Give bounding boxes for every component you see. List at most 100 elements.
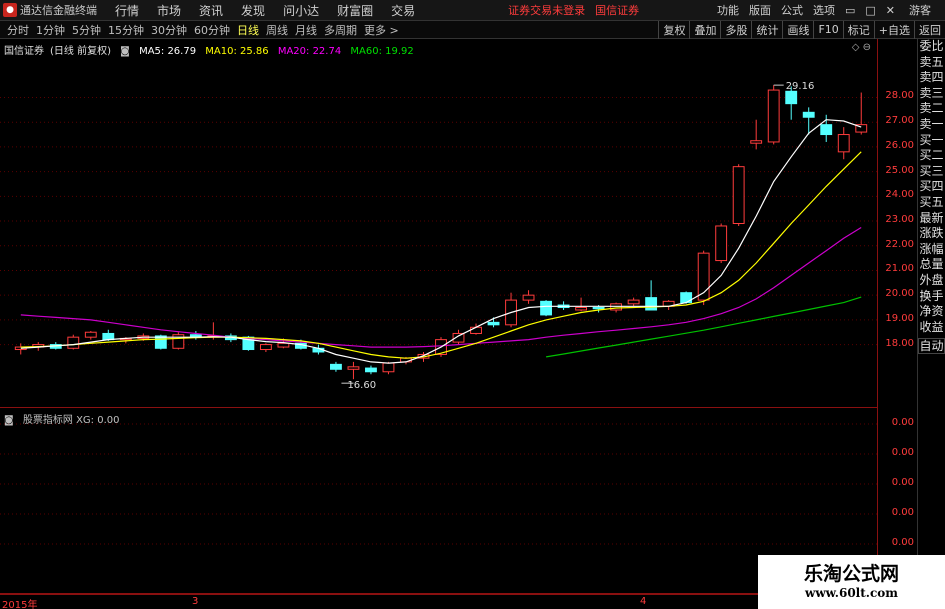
side-item[interactable]: 买四 [918, 179, 945, 195]
ma10-label: MA10: 25.86 [205, 46, 269, 57]
indicator-chart[interactable] [0, 408, 877, 594]
side-auto-button[interactable]: 自动 [918, 338, 945, 354]
period-monthly[interactable]: 月线 [295, 22, 317, 38]
maximize-icon[interactable]: □ [865, 4, 875, 17]
menu-discover[interactable]: 发现 [241, 2, 265, 19]
button-back[interactable]: 返回 [914, 20, 945, 39]
button-mark[interactable]: 标记 [842, 20, 874, 39]
side-item[interactable]: 买一 [918, 133, 945, 149]
button-multi-stock[interactable]: 多股 [720, 20, 751, 39]
price-tick: 27.00 [885, 115, 914, 127]
menu-layout[interactable]: 版面 [749, 2, 771, 18]
button-add-watchlist[interactable]: +自选 [873, 20, 914, 39]
app-window: ● 通达信金融终端 行情 市场 资讯 发现 问小达 财富圈 交易 证券交易未登录… [0, 0, 945, 609]
period-5min[interactable]: 5分钟 [72, 22, 101, 38]
broker-name[interactable]: 国信证券 [595, 2, 639, 18]
period-60min[interactable]: 60分钟 [194, 22, 230, 38]
x-label-april: 4 [640, 596, 647, 607]
candle-body [330, 363, 342, 370]
minimize-icon[interactable]: ▭ [845, 4, 855, 17]
side-item[interactable]: 外盘 [918, 273, 945, 289]
menu-function[interactable]: 功能 [717, 2, 739, 18]
indicator-icon: ◙ [4, 415, 14, 426]
menu-ask[interactable]: 问小达 [283, 2, 319, 19]
candle-body [820, 124, 833, 136]
close-icon[interactable]: ✕ [886, 4, 895, 17]
menu-trade[interactable]: 交易 [391, 2, 415, 19]
period-30min[interactable]: 30分钟 [151, 22, 187, 38]
period-15min[interactable]: 15分钟 [108, 22, 144, 38]
indicator-panel[interactable]: ◙ 股票指标网 XG: 0.00 [0, 408, 877, 594]
menu-news[interactable]: 资讯 [199, 2, 223, 19]
menu-quotes[interactable]: 行情 [115, 2, 139, 19]
side-item[interactable]: 净资 [918, 304, 945, 320]
app-logo-icon: ● [3, 3, 17, 17]
price-tick: 22.00 [885, 238, 914, 250]
menu-wealth[interactable]: 财富圈 [337, 2, 373, 19]
side-item[interactable]: 委比 [918, 39, 945, 55]
price-tick: 26.00 [885, 139, 914, 151]
kline-chart[interactable]: 29.16 16.60 [0, 39, 877, 408]
ma5-line [20, 119, 862, 364]
time-axis: 2015年 3 4 [0, 594, 877, 609]
menu-options[interactable]: 选项 [813, 2, 835, 18]
period-daily[interactable]: 日线 [237, 22, 259, 38]
side-item[interactable]: 卖一 [918, 117, 945, 133]
price-tick: 19.00 [885, 312, 914, 324]
side-item[interactable]: 买五 [918, 195, 945, 211]
candle-body [470, 326, 482, 334]
ma60-label: MA60: 19.92 [350, 46, 414, 57]
login-status[interactable]: 证券交易未登录 [508, 2, 585, 18]
chart-corner-icons[interactable]: ◇ ⊖ [852, 42, 871, 53]
chart-mode: (日线 前复权) [50, 46, 111, 57]
period-1min[interactable]: 1分钟 [36, 22, 65, 38]
side-item[interactable]: 涨幅 [918, 242, 945, 258]
button-f10[interactable]: F10 [813, 20, 842, 39]
menu-formula[interactable]: 公式 [781, 2, 803, 18]
side-item[interactable]: 收益 [918, 320, 945, 336]
watermark-title: 乐淘公式网 [803, 563, 899, 585]
side-item[interactable]: 买三 [918, 164, 945, 180]
quote-side-panel: 委比 卖五 卖四 卖三 卖二 卖一 买一 买二 买三 买四 买五 最新 涨跌 涨… [917, 39, 945, 594]
price-tick: 18.00 [885, 337, 914, 349]
side-item[interactable]: 卖四 [918, 70, 945, 86]
price-tick: 24.00 [885, 189, 914, 201]
button-draw[interactable]: 画线 [782, 20, 813, 39]
candle-body [522, 294, 535, 301]
side-item[interactable]: 卖二 [918, 101, 945, 117]
candle-body [627, 299, 640, 305]
candle-body [837, 134, 850, 153]
price-axis: 18.00 19.00 20.00 21.00 22.00 23.00 24.00 25.00… [877, 39, 917, 408]
candle-body [102, 332, 115, 341]
kline-chart-panel[interactable]: 29.16 16.60 国信证券 (日线 前复权) ◙ MA5: 26.79 MA1… [0, 39, 877, 408]
side-item[interactable]: 卖三 [918, 86, 945, 102]
candle-body [487, 321, 500, 326]
button-adjust[interactable]: 复权 [658, 20, 689, 39]
side-item[interactable]: 总量 [918, 257, 945, 273]
period-toolbar: 分时 1分钟 5分钟 15分钟 30分钟 60分钟 日线 周线 月线 多周期 更… [0, 20, 945, 39]
candle-body [277, 342, 290, 348]
side-item[interactable]: 涨跌 [918, 226, 945, 242]
indicator-legend: ◙ 股票指标网 XG: 0.00 [4, 411, 125, 426]
side-item[interactable]: 最新 [918, 211, 945, 227]
period-multi[interactable]: 多周期 [324, 22, 357, 38]
menu-market[interactable]: 市场 [157, 2, 181, 19]
period-weekly[interactable]: 周线 [266, 22, 288, 38]
side-item[interactable]: 卖五 [918, 55, 945, 71]
price-tick: 28.00 [885, 90, 914, 102]
candle-body [259, 344, 272, 351]
candle-body [750, 140, 763, 144]
side-item[interactable]: 换手 [918, 289, 945, 305]
kline-legend: 国信证券 (日线 前复权) ◙ MA5: 26.79 MA10: 25.86 MA… [4, 42, 420, 57]
button-overlay[interactable]: 叠加 [689, 20, 720, 39]
guest-label[interactable]: 游客 [909, 2, 931, 18]
period-intraday[interactable]: 分时 [7, 22, 29, 38]
watermark-banner: 乐淘公式网 www.60lt.com [758, 555, 945, 609]
candle-body [645, 297, 658, 311]
candle-body [732, 166, 745, 224]
price-tick: 20.00 [885, 288, 914, 300]
period-more[interactable]: 更多 > [364, 22, 399, 38]
side-item[interactable]: 买二 [918, 148, 945, 164]
indicator-tick: 0.00 [891, 417, 914, 428]
button-stats[interactable]: 统计 [751, 20, 782, 39]
